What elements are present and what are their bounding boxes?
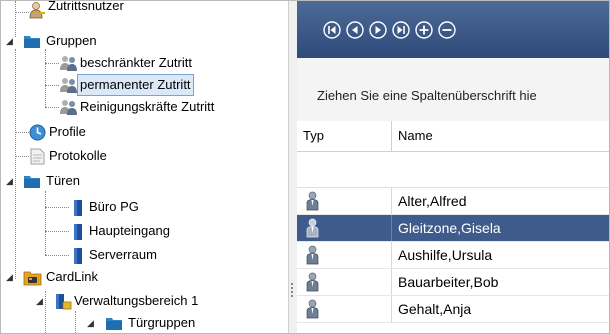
area-icon bbox=[53, 293, 72, 310]
clock-icon bbox=[29, 124, 46, 141]
tree-item-zutrittsnutzer[interactable]: Zutrittsnutzer bbox=[1, 1, 288, 23]
group-by-drop-area[interactable]: Ziehen Sie eine Spaltenüberschrift hie bbox=[297, 58, 609, 122]
cell-name: Bauarbeiter,Bob bbox=[398, 274, 499, 290]
document-icon bbox=[30, 148, 46, 165]
tree-item-label: Haupteingang bbox=[89, 223, 170, 238]
tree-item-verwaltungsbereich-1[interactable]: ◢ Verwaltungsbereich 1 bbox=[1, 290, 288, 312]
tree-item-tueren[interactable]: ◢ Türen bbox=[1, 170, 288, 192]
tree-item-haupteingang[interactable]: Haupteingang bbox=[1, 220, 288, 242]
splitter-grip-icon[interactable] bbox=[291, 283, 293, 285]
cell-type bbox=[297, 296, 392, 322]
cell-type bbox=[297, 242, 392, 268]
last-record-icon[interactable] bbox=[392, 21, 410, 39]
person-icon bbox=[306, 245, 319, 265]
add-record-icon[interactable] bbox=[415, 21, 433, 39]
table-row[interactable]: Bauarbeiter,Bob bbox=[297, 269, 609, 296]
grid-column-header: Typ Name bbox=[297, 121, 609, 152]
door-icon bbox=[73, 223, 89, 240]
person-icon bbox=[306, 218, 319, 238]
tree-item-label: Türen bbox=[46, 173, 80, 188]
user-group-icon bbox=[59, 55, 77, 71]
cell-name: Alter,Alfred bbox=[398, 193, 467, 209]
collapse-arrow-icon[interactable]: ◢ bbox=[6, 176, 16, 186]
table-row[interactable]: Aushilfe,Ursula bbox=[297, 242, 609, 269]
user-key-icon bbox=[28, 1, 45, 19]
tree-item-label: beschränkter Zutritt bbox=[80, 55, 192, 70]
tree-item-gruppen[interactable]: ◢ Gruppen bbox=[1, 30, 288, 52]
tree-item-tuergruppen[interactable]: ◢ Türgruppen bbox=[1, 312, 288, 333]
collapse-arrow-icon[interactable]: ◢ bbox=[87, 318, 97, 328]
record-grid-panel: Ziehen Sie eine Spaltenüberschrift hie T… bbox=[297, 1, 609, 333]
cell-type bbox=[297, 269, 392, 295]
collapse-arrow-icon[interactable]: ◢ bbox=[6, 272, 16, 282]
cell-type bbox=[297, 188, 392, 214]
tree-item-profile[interactable]: Profile bbox=[1, 121, 288, 143]
tree-item-beschraenkter-zutritt[interactable]: beschränkter Zutritt bbox=[1, 52, 288, 74]
table-row[interactable]: Alter,Alfred bbox=[297, 188, 609, 215]
tree-item-label: Büro PG bbox=[89, 199, 139, 214]
folder-icon bbox=[23, 173, 40, 189]
user-group-icon bbox=[59, 99, 77, 115]
user-group-icon bbox=[59, 77, 77, 93]
cell-name: Gleitzone,Gisela bbox=[398, 220, 501, 236]
cell-type bbox=[297, 215, 392, 241]
tree-item-permanenter-zutritt[interactable]: permanenter Zutritt bbox=[1, 74, 288, 96]
cell-name: Aushilfe,Ursula bbox=[398, 247, 493, 263]
tree-item-serverraum[interactable]: Serverraum bbox=[1, 244, 288, 266]
tree-item-label: Serverraum bbox=[89, 247, 157, 262]
person-icon bbox=[306, 272, 319, 292]
record-navigator-toolbar bbox=[297, 1, 609, 59]
tree-item-reinigungskraefte-zutritt[interactable]: Reinigungskräfte Zutritt bbox=[1, 96, 288, 118]
tree-item-buero-pg[interactable]: Büro PG bbox=[1, 196, 288, 218]
tree-item-cardlink[interactable]: ◢ CardLink bbox=[1, 266, 288, 288]
grid-filter-row[interactable] bbox=[297, 152, 609, 188]
column-header-typ[interactable]: Typ bbox=[297, 121, 392, 151]
group-by-hint-text: Ziehen Sie eine Spaltenüberschrift hie bbox=[317, 88, 537, 103]
tree-item-label: Türgruppen bbox=[128, 315, 196, 330]
first-record-icon[interactable] bbox=[323, 21, 341, 39]
cell-name: Gehalt,Anja bbox=[398, 301, 472, 317]
tree-item-label: Protokolle bbox=[49, 148, 107, 163]
tree-item-label: Reinigungskräfte Zutritt bbox=[80, 99, 215, 114]
collapse-arrow-icon[interactable]: ◢ bbox=[6, 36, 16, 46]
next-record-icon[interactable] bbox=[369, 21, 387, 39]
collapse-arrow-icon[interactable]: ◢ bbox=[36, 296, 46, 306]
remove-record-icon[interactable] bbox=[438, 21, 456, 39]
person-icon bbox=[306, 299, 319, 319]
table-row[interactable]: Gehalt,Anja bbox=[297, 296, 609, 323]
door-icon bbox=[73, 199, 89, 216]
column-header-name[interactable]: Name bbox=[392, 121, 609, 151]
folder-icon bbox=[105, 315, 122, 331]
navigation-tree: Zutrittsnutzer ◢ Gruppen beschränkter Zu… bbox=[1, 1, 288, 333]
table-row-selected[interactable]: Gleitzone,Gisela bbox=[297, 215, 609, 242]
tree-item-label: CardLink bbox=[46, 269, 99, 284]
tree-item-label: Gruppen bbox=[46, 33, 97, 48]
tree-item-label: Verwaltungsbereich 1 bbox=[74, 293, 199, 308]
door-icon bbox=[73, 247, 89, 264]
previous-record-icon[interactable] bbox=[346, 21, 364, 39]
tree-item-label: Profile bbox=[49, 124, 86, 139]
tree-item-label: permanenter Zutritt bbox=[77, 74, 194, 96]
tree-item-label: Zutrittsnutzer bbox=[48, 1, 124, 13]
cardlink-icon bbox=[23, 269, 42, 286]
app-window: Zutrittsnutzer ◢ Gruppen beschränkter Zu… bbox=[0, 0, 610, 334]
person-icon bbox=[306, 191, 319, 211]
folder-icon bbox=[23, 33, 40, 49]
tree-item-protokolle[interactable]: Protokolle bbox=[1, 145, 288, 167]
